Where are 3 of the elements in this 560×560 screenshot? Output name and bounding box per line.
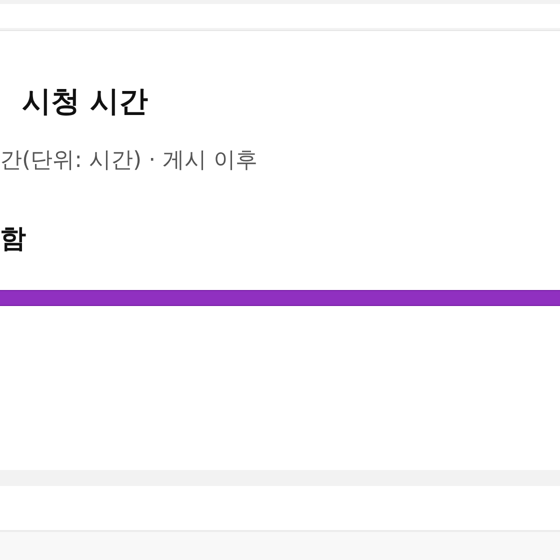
card-subtitle: 간(단위: 시간) · 게시 이후 xyxy=(0,148,258,173)
card-title: 시청 시간 xyxy=(22,84,148,118)
card-label: 함 xyxy=(0,224,26,254)
